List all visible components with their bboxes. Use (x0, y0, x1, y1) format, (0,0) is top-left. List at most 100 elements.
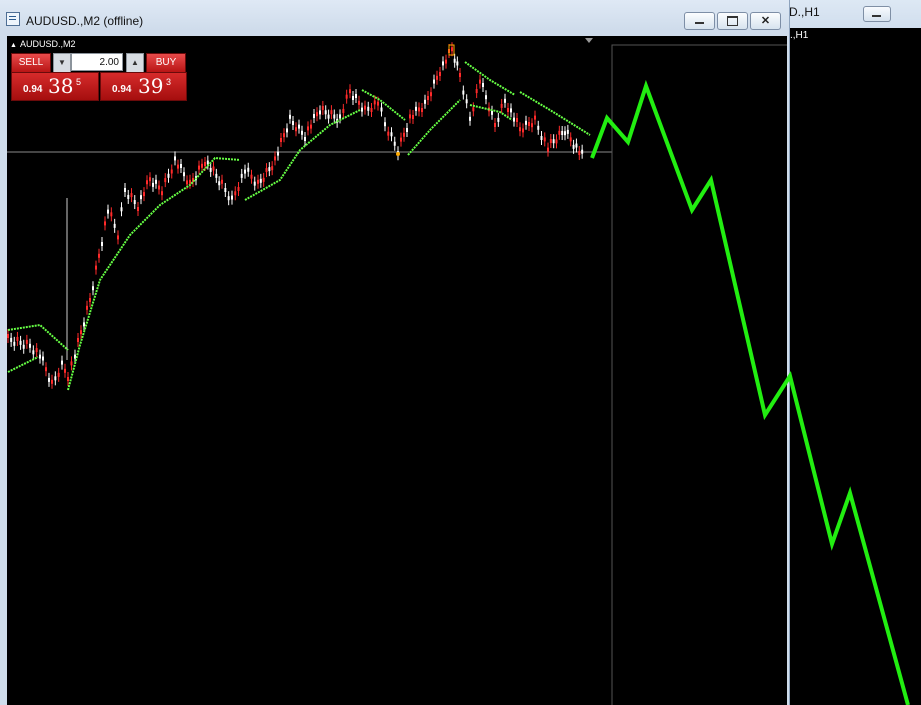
candle-body (212, 166, 215, 171)
candle-body (342, 108, 345, 113)
candle-body (262, 177, 265, 182)
candle-body (345, 94, 348, 99)
candle-body (415, 106, 417, 111)
candle-body (313, 114, 315, 118)
candle-body (143, 192, 145, 197)
chart-canvas[interactable] (7, 36, 787, 705)
window-title: AUDUSD.,M2 (offline) (26, 14, 144, 28)
candle-body (298, 124, 300, 129)
candle-body (67, 377, 69, 381)
candle-body (358, 100, 360, 105)
candle-body (406, 128, 408, 132)
candle-body (250, 174, 253, 179)
candle-body (277, 151, 279, 156)
candle-body (237, 187, 240, 191)
lot-increase-button[interactable]: ▲ (126, 53, 144, 73)
candle-body (32, 350, 35, 355)
candle-body (439, 72, 441, 76)
candle-body (367, 106, 370, 111)
candle-body (98, 253, 100, 258)
lot-decrease-button[interactable]: ▼ (53, 53, 71, 73)
candle-body (259, 178, 262, 183)
candle-body (80, 330, 82, 335)
candle-body (304, 137, 306, 141)
candle-body (206, 160, 209, 165)
chart-symbol-label[interactable]: ▲ AUDUSD.,M2 (10, 39, 75, 49)
indicator-lines (7, 61, 591, 391)
candle-body (16, 336, 19, 341)
candle-body (456, 61, 459, 66)
candle-body (201, 163, 203, 168)
candle-body (77, 338, 79, 342)
candle-body (180, 164, 182, 168)
candle-body (244, 169, 246, 174)
buy-button[interactable]: BUY (146, 53, 186, 73)
indicator-segment (244, 109, 361, 201)
chevron-down-icon: ▼ (58, 58, 66, 67)
candle-body (127, 194, 130, 199)
price-chart[interactable] (7, 36, 787, 705)
bid-price-pips: 5 (76, 77, 82, 87)
close-icon: ✕ (760, 15, 771, 27)
candle-body (465, 99, 468, 104)
bid-price-prefix: 0.94 (23, 84, 43, 95)
candle-body (453, 58, 456, 63)
candle-body (274, 156, 276, 161)
candle-body (10, 337, 13, 342)
background-chart-area[interactable]: .,H1 (776, 28, 921, 46)
candle-body (92, 286, 94, 291)
minimize-button[interactable] (684, 12, 715, 30)
chevron-up-icon: ▲ (131, 58, 139, 67)
candle-body (227, 196, 230, 201)
chart-symbol-text: AUDUSD.,M2 (19, 39, 76, 49)
candle-body (286, 128, 288, 133)
candle-body (525, 120, 527, 125)
bid-price-box[interactable]: 0.94 38 5 (11, 72, 99, 101)
candle-body (387, 131, 390, 136)
candle-body (130, 193, 133, 198)
candle-body (19, 340, 22, 345)
candle-body (186, 180, 188, 185)
candle-body (218, 181, 221, 186)
candle-body (152, 182, 154, 187)
candle-body (528, 122, 530, 126)
candle-body (35, 348, 38, 353)
candle-body (120, 207, 123, 212)
candle-body (569, 137, 572, 142)
ask-price-big: 39 (138, 74, 164, 98)
title-bar[interactable]: AUDUSD.,M2 (offline) ✕ (0, 0, 789, 34)
candle-body (158, 185, 160, 190)
candle-body (561, 131, 564, 135)
candle-body (430, 92, 432, 97)
candle-body (333, 114, 336, 119)
indicator-segment (519, 91, 591, 136)
minimize-icon (695, 22, 704, 24)
candle-body (507, 108, 509, 112)
candle-body (321, 105, 324, 110)
indicator-segment (67, 156, 241, 391)
candle-body (64, 368, 66, 373)
sell-button[interactable]: SELL (11, 53, 51, 73)
background-minimize-button[interactable] (863, 6, 891, 22)
candle-body (95, 265, 97, 270)
candle-body (113, 223, 116, 228)
candle-body (479, 79, 481, 84)
candle-body (133, 200, 136, 205)
candle-body (155, 179, 157, 184)
collapse-arrow-icon[interactable]: ▲ (10, 42, 17, 49)
candle-body (149, 177, 151, 182)
candle-body (247, 167, 250, 172)
chart-shift-marker[interactable] (585, 38, 593, 43)
candle-body (547, 147, 549, 152)
candle-body (558, 130, 561, 135)
candle-body (57, 372, 60, 377)
ask-price-box[interactable]: 0.94 39 3 (100, 72, 187, 101)
restore-button[interactable] (717, 12, 748, 30)
lot-size-input[interactable]: 2.00 (71, 53, 123, 71)
chart-window[interactable]: AUDUSD.,M2 (offline) ✕ (0, 0, 790, 705)
candle-body (472, 107, 475, 112)
candle-body (124, 188, 126, 192)
chart-window-icon (6, 12, 20, 26)
candle-body (324, 110, 327, 115)
close-button[interactable]: ✕ (750, 12, 781, 30)
